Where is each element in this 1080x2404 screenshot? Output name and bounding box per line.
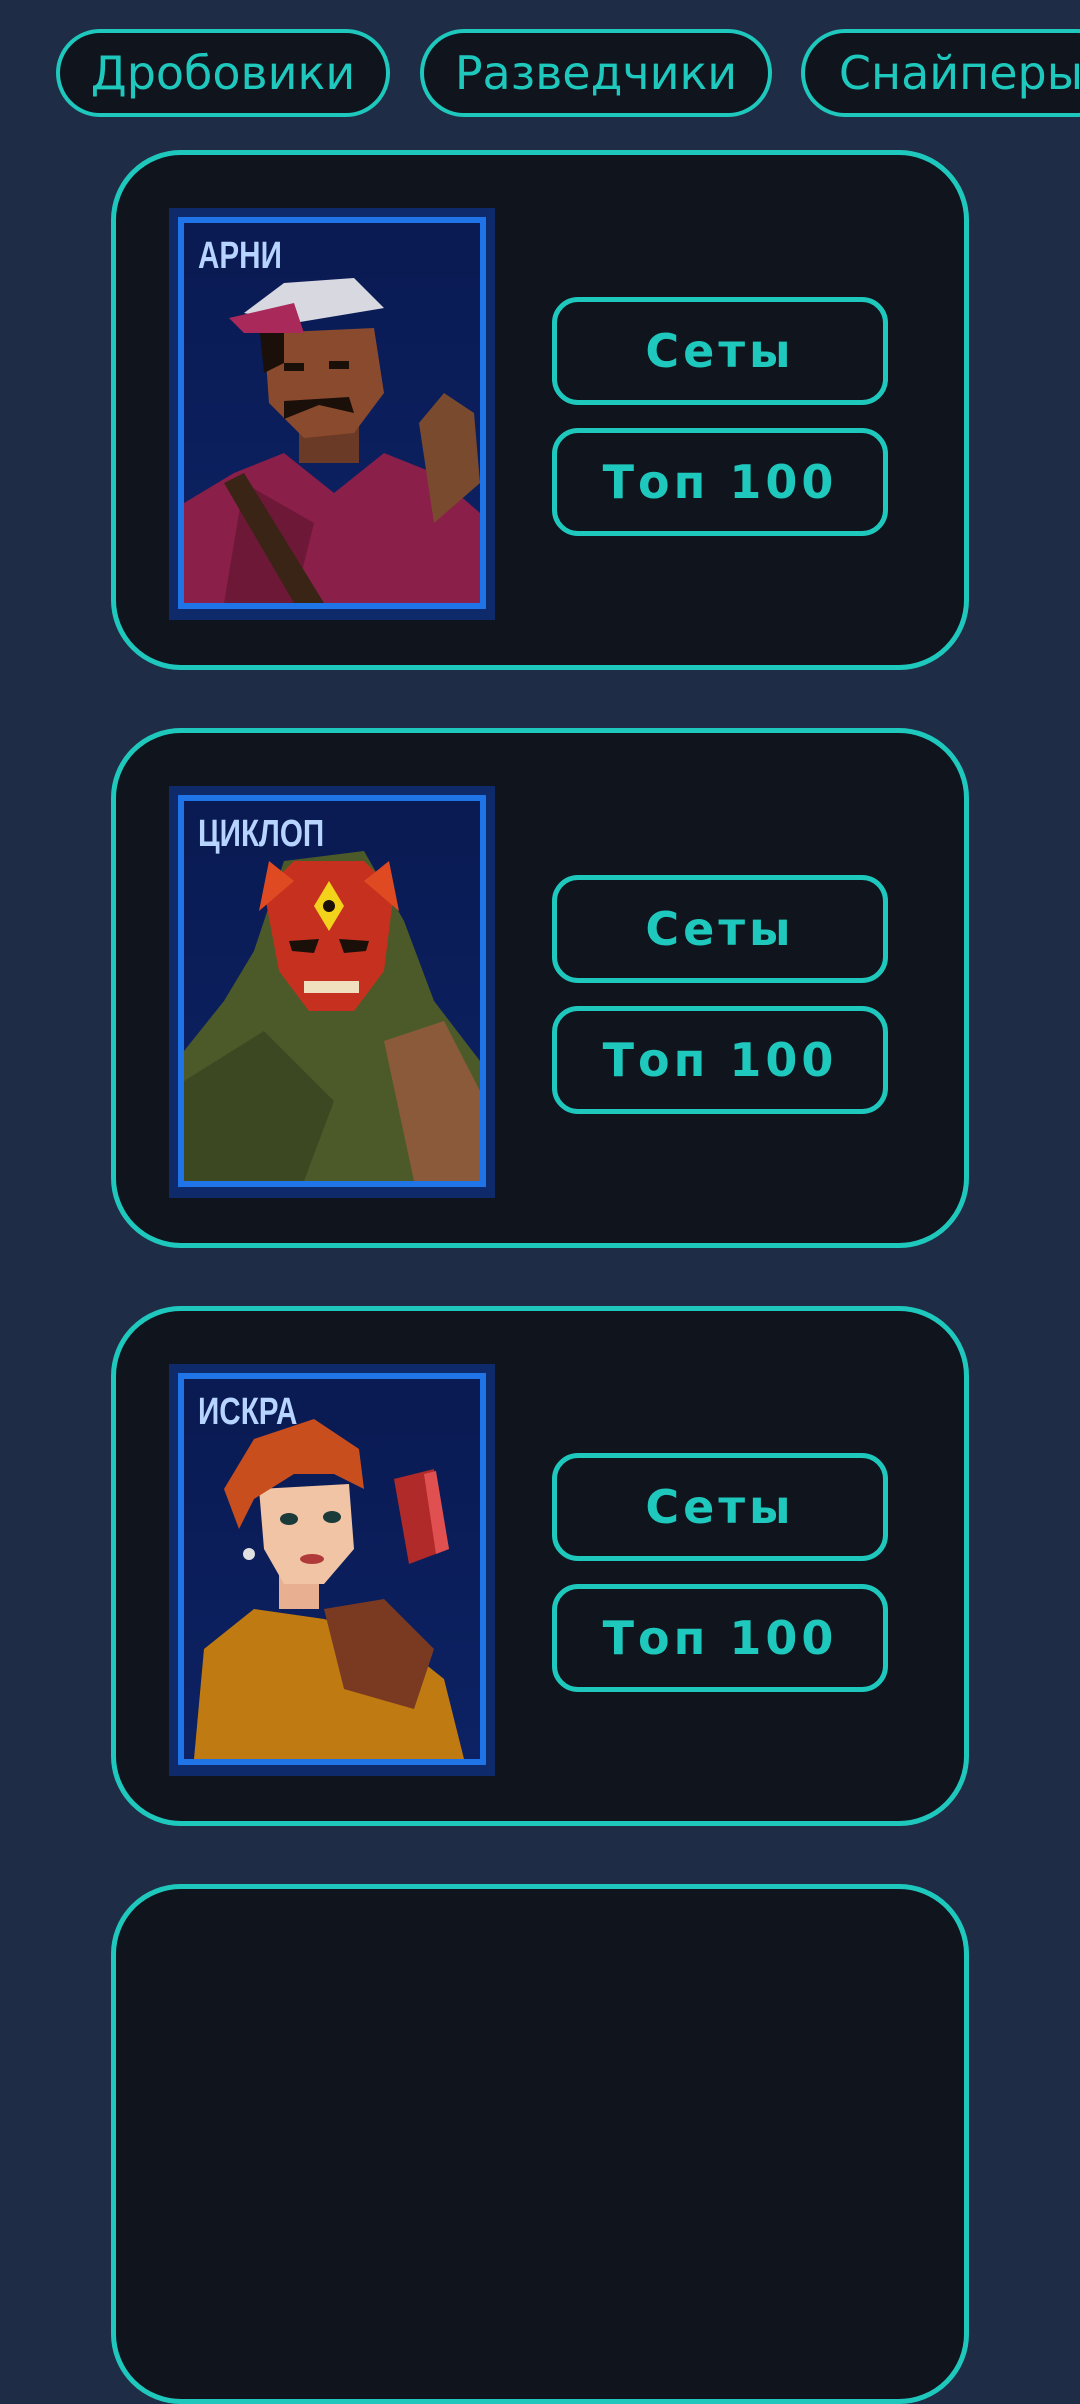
top-100-button[interactable]: Топ 100 <box>552 1006 888 1114</box>
hero-portrait[interactable]: ИСКРА <box>169 1364 495 1776</box>
hero-portrait-frame: ИСКРА <box>178 1373 486 1765</box>
hero-arni-portrait-icon <box>184 278 480 603</box>
chip-scouts[interactable]: Разведчики <box>420 29 772 117</box>
hero-portrait[interactable]: ЦИКЛОП <box>169 786 495 1198</box>
hero-card: ИСКРА Сеты Топ 100 <box>111 1306 969 1826</box>
top-100-button[interactable]: Топ 100 <box>552 1584 888 1692</box>
hero-name: ИСКРА <box>198 1391 298 1433</box>
chip-snipers[interactable]: Снайперы <box>801 29 1080 117</box>
hero-name: ЦИКЛОП <box>198 813 325 855</box>
hero-portrait-frame: АРНИ <box>178 217 486 609</box>
sets-button[interactable]: Сеты <box>552 875 888 983</box>
sets-button[interactable]: Сеты <box>552 297 888 405</box>
hero-portrait-frame: ЦИКЛОП <box>178 795 486 1187</box>
sets-button[interactable]: Сеты <box>552 1453 888 1561</box>
hero-name: АРНИ <box>198 235 282 277</box>
chip-shotguns[interactable]: Дробовики <box>56 29 390 117</box>
hero-card-partial <box>111 1884 969 2404</box>
top-100-button[interactable]: Топ 100 <box>552 428 888 536</box>
hero-card: ЦИКЛОП Сеты Топ 100 <box>111 728 969 1248</box>
hero-iskra-portrait-icon <box>194 1419 464 1759</box>
category-filter-bar: Дробовики Разведчики Снайперы <box>0 0 1080 140</box>
hero-cyclops-portrait-icon <box>184 851 480 1181</box>
hero-card: АРНИ Сеты Топ 100 <box>111 150 969 670</box>
hero-portrait[interactable]: АРНИ <box>169 208 495 620</box>
